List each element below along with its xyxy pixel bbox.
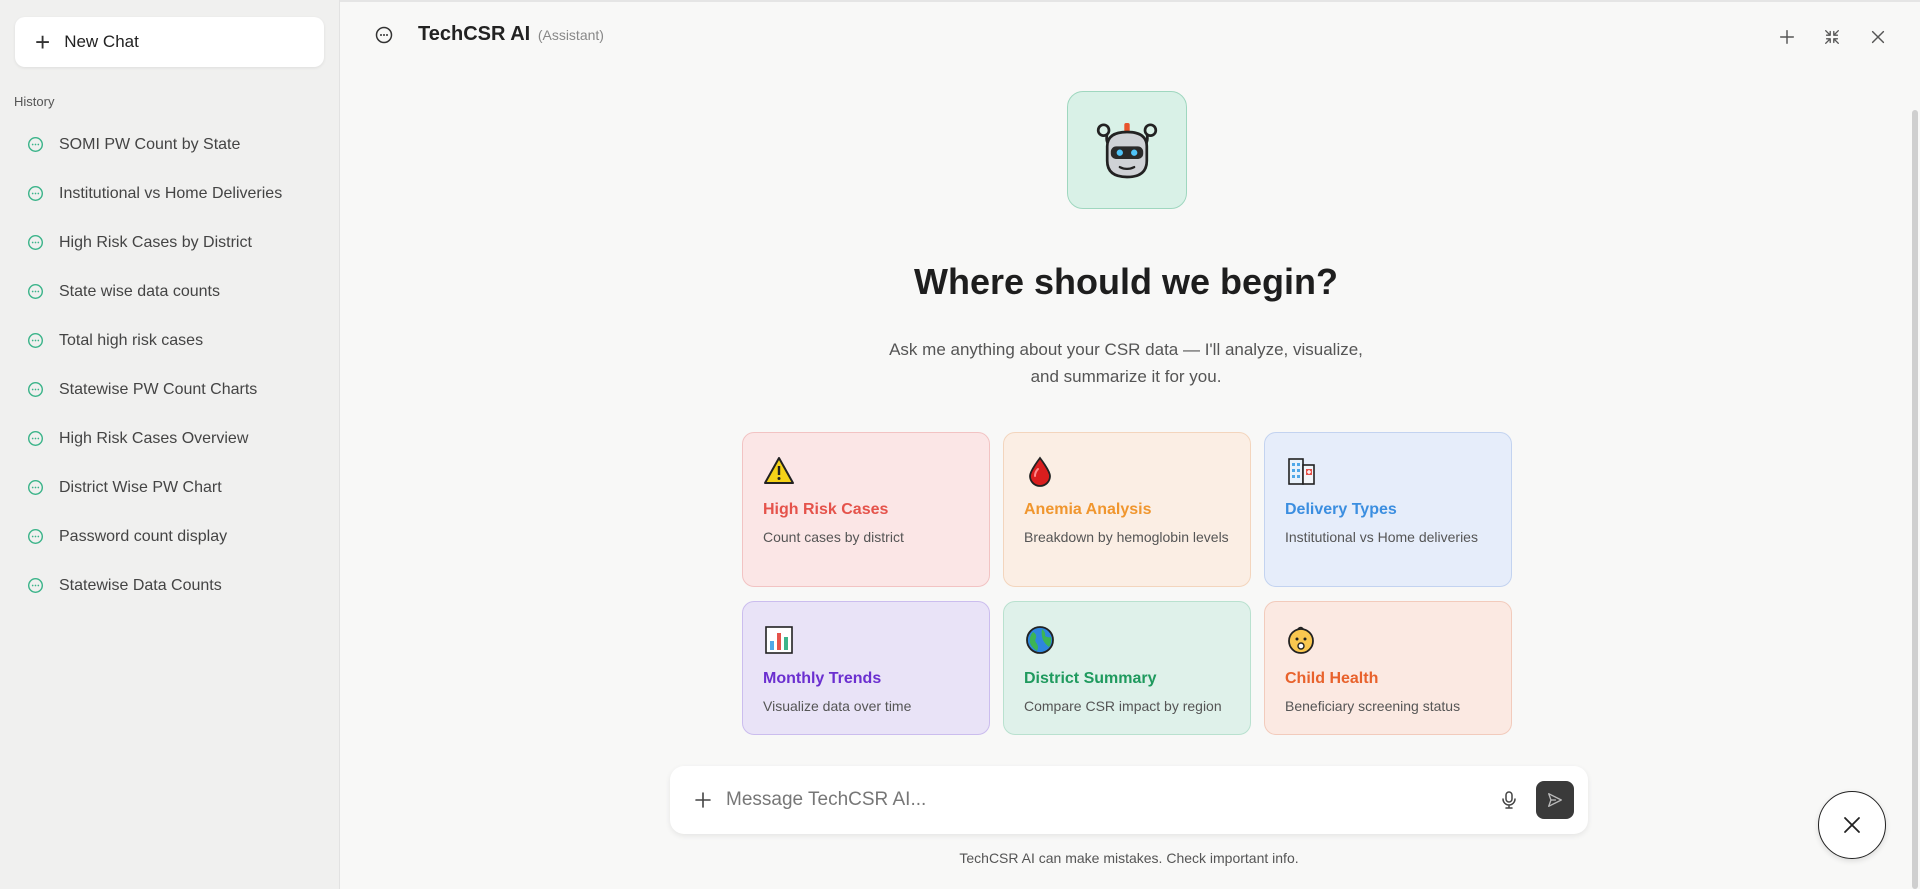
chat-bubble-icon [27,332,44,349]
card-description: Institutional vs Home deliveries [1285,529,1478,545]
history-item[interactable]: High Risk Cases by District [0,218,340,267]
new-chat-header-button[interactable] [1772,22,1802,52]
baby-icon [1285,624,1317,656]
card-description: Count cases by district [763,529,904,545]
card-title: District Summary [1024,670,1157,687]
suggestion-card-child-health[interactable]: Child Health Beneficiary screening statu… [1264,601,1512,735]
close-button[interactable] [1863,22,1893,52]
plus-icon: + [35,27,51,57]
new-chat-label: New Chat [64,32,139,51]
history-list: SOMI PW Count by State Institutional vs … [0,120,340,610]
history-item[interactable]: District Wise PW Chart [0,463,340,512]
attach-button[interactable] [688,785,718,815]
history-item-label: Password count display [59,527,228,545]
blood-drop-icon [1024,455,1056,487]
microphone-button[interactable] [1496,787,1522,813]
chat-bubble-icon [27,430,44,447]
history-item-label: Statewise Data Counts [59,576,222,594]
welcome-headline: Where should we begin? [913,261,1339,302]
history-item[interactable]: Statewise Data Counts [0,561,340,610]
card-description: Compare CSR impact by region [1024,698,1222,714]
scrollbar[interactable] [1912,110,1918,889]
chat-bubble-icon [27,528,44,545]
history-item[interactable]: Password count display [0,512,340,561]
card-title: Delivery Types [1285,501,1397,518]
suggestion-card-district-summary[interactable]: District Summary Compare CSR impact by r… [1003,601,1251,735]
send-icon [1548,793,1562,807]
close-chat-fab[interactable] [1818,791,1886,859]
card-description: Visualize data over time [763,698,912,714]
chat-bubble-icon [27,381,44,398]
history-item[interactable]: High Risk Cases Overview [0,414,340,463]
card-title: Anemia Analysis [1024,501,1152,518]
assistant-name: TechCSR AI [418,23,531,45]
bar-chart-icon [763,624,795,656]
history-item-label: State wise data counts [59,282,220,300]
assistant-role: (Assistant) [537,27,604,43]
suggestion-card-high-risk-cases[interactable]: High Risk Cases Count cases by district [742,432,990,587]
chat-bubble-icon [27,136,44,153]
card-title: Monthly Trends [763,670,882,687]
collapse-icon [1825,30,1839,44]
robot-avatar [1067,91,1187,209]
hospital-icon [1285,455,1317,487]
history-item[interactable]: SOMI PW Count by State [0,120,340,169]
send-button[interactable] [1536,781,1574,819]
card-description: Beneficiary screening status [1285,698,1461,714]
history-item-label: Institutional vs Home Deliveries [59,184,283,202]
card-title: High Risk Cases [763,501,889,518]
new-chat-button[interactable]: + New Chat [15,17,324,67]
globe-icon [1024,624,1056,656]
card-description: Breakdown by hemoglobin levels [1024,529,1229,545]
page-title: TechCSR AI (Assistant) [418,23,604,46]
chat-bubble-icon [27,185,44,202]
history-item[interactable]: State wise data counts [0,267,340,316]
chat-bubble-icon [27,577,44,594]
message-input[interactable] [726,789,1496,811]
history-item[interactable]: Statewise PW Count Charts [0,365,340,414]
card-title: Child Health [1285,670,1379,687]
history-item-label: High Risk Cases by District [59,233,252,251]
history-item-label: Total high risk cases [59,331,204,349]
chat-bubble-icon [27,234,44,251]
history-item-label: High Risk Cases Overview [59,429,249,447]
minimize-button[interactable] [1817,22,1847,52]
chat-bubble-icon [374,25,394,45]
history-item-label: SOMI PW Count by State [59,135,241,153]
suggestion-card-anemia-analysis[interactable]: Anemia Analysis Breakdown by hemoglobin … [1003,432,1251,587]
robot-icon [1096,123,1158,179]
history-heading: History [14,94,55,109]
close-icon [1844,817,1860,833]
history-item-label: District Wise PW Chart [59,478,222,496]
microphone-icon [1502,791,1516,809]
history-item[interactable]: Total high risk cases [0,316,340,365]
suggestion-card-delivery-types[interactable]: Delivery Types Institutional vs Home del… [1264,432,1512,587]
sidebar: + New Chat History SOMI PW Count by Stat… [0,0,340,889]
history-item[interactable]: Institutional vs Home Deliveries [0,169,340,218]
chat-bubble-icon [27,283,44,300]
plus-icon [695,792,711,808]
history-item-label: Statewise PW Count Charts [59,380,258,398]
chat-bubble-icon [27,479,44,496]
message-composer [670,766,1588,834]
suggestion-card-monthly-trends[interactable]: Monthly Trends Visualize data over time [742,601,990,735]
disclaimer-text: TechCSR AI can make mistakes. Check impo… [959,850,1299,866]
plus-icon [1779,29,1795,45]
close-icon [1871,30,1885,44]
warning-icon [763,455,795,487]
welcome-subtext: Ask me anything about your CSR data — I'… [889,340,1363,386]
